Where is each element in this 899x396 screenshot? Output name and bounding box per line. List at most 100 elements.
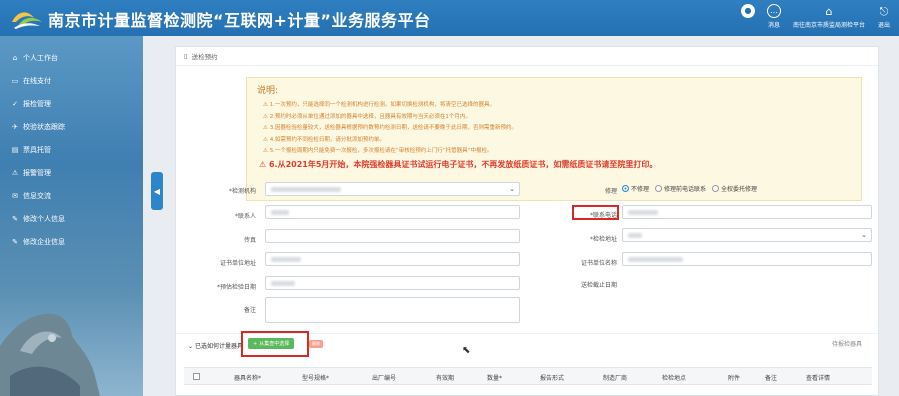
inspect-address-select[interactable]: ⌄ <box>622 228 872 242</box>
message-icon: … <box>766 4 781 18</box>
company-edit-icon: ✎ <box>12 237 18 246</box>
sidebar-collapse-button[interactable]: ◀ <box>151 172 163 210</box>
sidebar-item-label: 修改企业信息 <box>23 237 65 246</box>
select-all-checkbox[interactable] <box>193 373 200 380</box>
sidebar-item-edit-company[interactable]: ✎ 修改企业信息 <box>0 230 143 253</box>
cert-address-label: 证书单位地址 <box>219 260 256 267</box>
pending-instruments-label: 待报检器具 <box>832 341 863 348</box>
card-icon: ▭ <box>11 76 19 85</box>
deadline-label: 送检截止日期 <box>580 282 617 289</box>
notice-line: ⚠ 1.一次预约，只能选择同一个检测机构进行检测。如果切换检测机构，将清空已选择… <box>257 100 851 112</box>
remarks-label: 备注 <box>243 307 256 314</box>
repair-option-none[interactable]: 不修理 <box>622 184 649 193</box>
inspect-address-label: *检检地址 <box>589 236 617 243</box>
breadcrumb: ▯ 送检预约 <box>176 47 878 66</box>
sidebar-item-info[interactable]: ✉ 信息交流 <box>0 184 143 207</box>
repair-label: 修理 <box>604 188 617 195</box>
info-icon: ✉ <box>12 191 18 200</box>
sidebar-item-payment[interactable]: ▭ 在线支付 <box>0 69 143 92</box>
column-header: 数量* <box>487 375 503 382</box>
sidebar-item-label: 报警管理 <box>23 168 51 177</box>
radio-label: 修理前电话联系 <box>664 186 707 193</box>
warning-icon: ⚠ <box>263 125 270 131</box>
sidebar-item-label: 信息交流 <box>23 191 51 200</box>
warning-icon: ⚠ <box>263 148 270 154</box>
platform-label: 南往南京市质监局测检平台 <box>792 22 865 29</box>
chevron-down-icon: ⌄ <box>188 343 195 350</box>
repair-option-call[interactable]: 修理前电话联系 <box>655 184 706 193</box>
selected-instruments-label[interactable]: ⌄ 已选如何计量器具 <box>188 341 243 350</box>
track-icon: ✈ <box>12 122 18 131</box>
notice-text: 2.预约时必须从单位通过添加的器具中选择，且器具有效期与当天必须在1个月内。 <box>269 113 471 120</box>
message-button[interactable]: … 消息 <box>766 4 781 29</box>
phone-label-highlight <box>572 205 619 220</box>
warning-icon: ⚠ <box>263 136 270 143</box>
notice-text: 5.一个报检周期内只能免费一次报检，多次报检请在“审核检预约上门行”托管器具“中… <box>269 148 493 154</box>
ticket-icon: ▤ <box>11 145 19 154</box>
contact-label: *联系人 <box>234 213 256 220</box>
column-header: 检检地点 <box>662 375 687 382</box>
radio-dot <box>655 185 663 192</box>
notice-highlight-text: 6.从2021年5月开始，本院强检器具证书试运行电子证书，不再发放纸质证书，如需… <box>268 159 658 169</box>
delete-tag[interactable]: 删除 <box>309 340 323 348</box>
logout-icon: ⎋ <box>879 4 889 18</box>
message-label: 消息 <box>767 22 780 29</box>
main-panel: ▯ 送检预约 说明: ⚠ 1.一次预约，只能选择同一个检测机构进行检测。如果切换… <box>175 46 879 396</box>
logout-button[interactable]: ⎋ 退出 <box>877 4 891 30</box>
warning-icon: ⚠ <box>263 102 270 108</box>
fax-input[interactable] <box>265 229 520 243</box>
agency-select[interactable]: ⌄ <box>265 182 520 196</box>
column-header: 有效期 <box>436 375 455 382</box>
sidebar-item-inspection[interactable]: ✓ 报检管理 <box>0 92 143 115</box>
column-header: 备注 <box>765 375 778 382</box>
platform-link[interactable]: ⌂ 南往南京市质监局测检平台 <box>792 4 865 30</box>
sidebar-item-label: 报检管理 <box>23 99 51 108</box>
mouse-cursor-icon: ⬉ <box>462 345 471 356</box>
document-icon: ▯ <box>184 52 188 60</box>
sidebar-item-tracking[interactable]: ✈ 校验状态跟踪 <box>0 115 143 138</box>
top-actions: ● … 消息 ⌂ 南往南京市质监局测检平台 ⎋ 退出 <box>740 4 891 30</box>
sidebar-item-edit-user[interactable]: ✎ 修改个人信息 <box>0 207 143 230</box>
alarm-icon: ⚠ <box>11 168 19 177</box>
remarks-textarea[interactable] <box>265 297 520 323</box>
add-button-highlight <box>241 331 309 357</box>
user-edit-icon: ✎ <box>12 214 18 223</box>
contact-input[interactable] <box>265 205 520 219</box>
phone-input[interactable] <box>622 205 872 219</box>
radio-dot <box>712 185 720 192</box>
column-header: 附件 <box>728 375 741 382</box>
chevron-down-icon: ⌄ <box>861 231 867 239</box>
column-header: 型号规格* <box>302 375 330 382</box>
warning-icon: ⚠ <box>259 159 269 169</box>
sidebar-item-workbench[interactable]: ⌂ 个人工作台 <box>0 46 143 69</box>
notice-line: ⚠ 4.如需预约不同检检日期，请分批添加预约单。 <box>257 135 851 147</box>
sidebar-item-custody[interactable]: ▤ 票具托管 <box>0 138 143 161</box>
fax-label: 传真 <box>243 237 256 244</box>
notice-line: ⚠ 3.因器检验检量较大，送检器具根据预约数预约检测日期，送检请不要晚于此日期，… <box>257 123 851 135</box>
cert-name-input[interactable] <box>622 252 872 266</box>
sidebar-item-label: 在线支付 <box>23 76 51 85</box>
platform-icon: ⌂ <box>825 4 833 18</box>
cert-address-input[interactable] <box>265 252 520 266</box>
repair-option-full[interactable]: 全权委托修理 <box>712 184 757 193</box>
selected-label-text: 已选如何计量器具 <box>194 343 243 350</box>
agency-label: *检测机构 <box>228 188 256 195</box>
cert-name-label: 证书单位名称 <box>580 260 617 267</box>
user-avatar-button[interactable]: ● <box>740 4 755 29</box>
warning-icon: ⚠ <box>263 113 270 120</box>
column-header: 制造厂商 <box>603 375 628 382</box>
statue-image <box>0 313 100 396</box>
notice-text: 3.因器检验检量较大，送检器具根据预约数预约检测日期，送检请不要晚于此日期，否则… <box>269 125 517 131</box>
radio-label: 不修理 <box>631 186 650 193</box>
sidebar-item-alarm[interactable]: ⚠ 报警管理 <box>0 161 143 184</box>
expected-date-input[interactable] <box>265 276 520 290</box>
notice-text: 1.一次预约，只能选择同一个检测机构进行检测。如果切换检测机构，将清空已选择的器… <box>269 102 495 108</box>
top-bar: 南京市计量监督检测院“互联网+计量”业务服务平台 ● … 消息 ⌂ 南往南京市质… <box>0 0 899 36</box>
chevron-down-icon: ⌄ <box>509 185 515 193</box>
repair-radio-group: 不修理 修理前电话联系 全权委托修理 <box>622 184 757 193</box>
inspect-icon: ✓ <box>12 99 18 108</box>
radio-dot <box>622 185 629 192</box>
sidebar: ⌂ 个人工作台 ▭ 在线支付 ✓ 报检管理 ✈ 校验状态跟踪 ▤ 票具托管 ⚠ 报警管理 ✉… <box>0 36 143 396</box>
notice-line: ⚠ 5.一个报检周期内只能免费一次报检，多次报检请在“审核检预约上门行”托管器具… <box>257 146 851 158</box>
notice-line: ⚠ 2.预约时必须从单位通过添加的器具中选择，且器具有效期与当天必须在1个月内。 <box>257 112 851 124</box>
